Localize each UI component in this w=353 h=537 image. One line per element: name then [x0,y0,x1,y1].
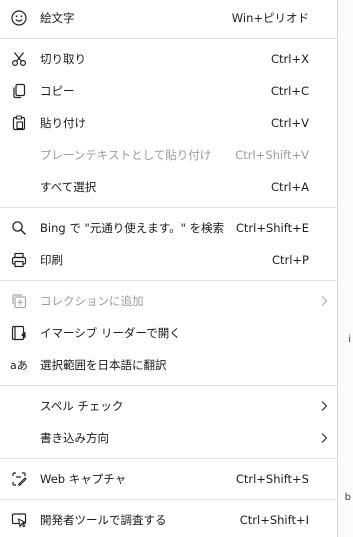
menu-item-label: Web キャプチャ [40,472,127,486]
context-menu: 絵文字 Win+ピリオド 切り取り Ctrl+X コピー Ctrl+C 貼り付け… [0,0,337,537]
edge-glyph: i [348,334,351,345]
menu-item-devtools[interactable]: 開発者ツールで調査する Ctrl+Shift+I [0,504,337,536]
separator [0,280,337,281]
immersive-reader-icon [10,324,28,342]
shortcut-text: Ctrl+X [271,52,309,66]
menu-item-emoji[interactable]: 絵文字 Win+ピリオド [0,2,337,34]
menu-item-label: すべて選択 [40,180,97,194]
menu-item-select-all[interactable]: すべて選択 Ctrl+A [0,171,337,203]
menu-item-immersive-reader[interactable]: イマーシブ リーダーで開く [0,317,337,349]
menu-item-label: 選択範囲を日本語に翻訳 [40,358,167,372]
printer-icon [10,251,28,269]
separator [0,207,337,208]
menu-item-label: 切り取り [40,52,86,66]
shortcut-text: Ctrl+Shift+I [239,513,309,527]
chevron-right-icon [317,399,331,413]
smiley-icon [10,9,28,27]
translate-icon: aあ [10,356,28,374]
background-page-edge: i b [338,0,353,537]
menu-item-cut[interactable]: 切り取り Ctrl+X [0,43,337,75]
menu-item-translate[interactable]: aあ 選択範囲を日本語に翻訳 [0,349,337,381]
menu-item-label: 貼り付け [40,116,86,130]
menu-item-label: 書き込み方向 [40,431,109,445]
chevron-right-icon [317,294,331,308]
shortcut-text: Ctrl+V [271,116,309,130]
edge-glyph: b [344,492,351,503]
shortcut-text: Ctrl+Shift+V [235,148,309,162]
copy-icon [10,82,28,100]
menu-item-label: コピー [40,84,75,98]
clipboard-icon [10,114,28,132]
menu-item-print[interactable]: 印刷 Ctrl+P [0,244,337,276]
shortcut-text: Win+ピリオド [231,11,309,25]
menu-item-label: プレーンテキストとして貼り付け [40,148,212,162]
separator [0,458,337,459]
shortcut-text: Ctrl+C [270,84,309,98]
menu-item-copy[interactable]: コピー Ctrl+C [0,75,337,107]
menu-item-paste-plain-text[interactable]: プレーンテキストとして貼り付け Ctrl+Shift+V [0,139,337,171]
menu-item-label: 開発者ツールで調査する [40,513,167,527]
separator [0,38,337,39]
menu-item-label: コレクションに追加 [40,294,144,308]
menu-item-bing-search[interactable]: Bing で "元通り使えます。" を検索 Ctrl+Shift+E [0,212,337,244]
menu-item-label: イマーシブ リーダーで開く [40,326,181,340]
scissors-icon [10,50,28,68]
chevron-right-icon [317,431,331,445]
menu-item-label: 印刷 [40,253,63,267]
menu-item-web-capture[interactable]: Web キャプチャ Ctrl+Shift+S [0,463,337,495]
menu-item-label: 絵文字 [40,11,75,25]
devtools-icon [10,511,28,529]
menu-item-label: Bing で "元通り使えます。" を検索 [40,221,225,235]
menu-item-writing-direction[interactable]: 書き込み方向 [0,422,337,454]
shortcut-text: Ctrl+Shift+S [235,472,309,486]
shortcut-text: Ctrl+Shift+E [235,221,309,235]
menu-item-add-to-collection[interactable]: コレクションに追加 [0,285,337,317]
svg-text:aあ: aあ [10,359,28,372]
menu-item-paste[interactable]: 貼り付け Ctrl+V [0,107,337,139]
shortcut-text: Ctrl+P [271,253,309,267]
separator [0,499,337,500]
menu-item-spell-check[interactable]: スペル チェック [0,390,337,422]
separator [0,385,337,386]
shortcut-text: Ctrl+A [271,180,309,194]
search-icon [10,219,28,237]
menu-item-label: スペル チェック [40,399,124,413]
web-capture-icon [10,470,28,488]
collections-add-icon [10,292,28,310]
